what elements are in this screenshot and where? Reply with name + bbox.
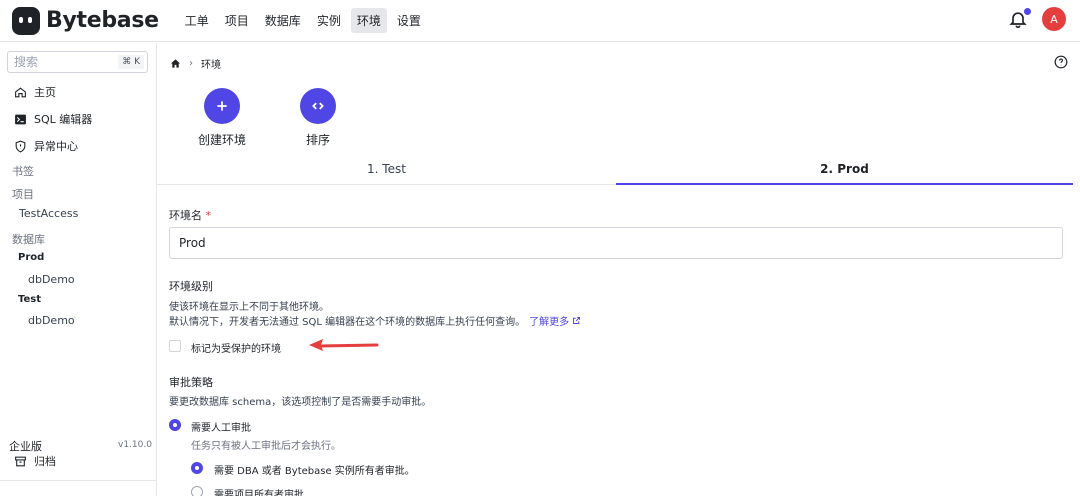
manual-approval-label: 需要人工审批 bbox=[191, 423, 251, 434]
nav-instances[interactable]: 实例 bbox=[311, 8, 347, 33]
red-arrow-annotation bbox=[309, 339, 379, 351]
terminal-icon bbox=[13, 112, 27, 126]
breadcrumb-current: 环境 bbox=[201, 60, 221, 71]
tier-description-2: 默认情况下，开发者无法通过 SQL 编辑器在这个环境的数据库上执行任何查询。 了解… bbox=[169, 313, 581, 328]
sidebar-item-sql-editor[interactable]: SQL 编辑器 bbox=[13, 111, 92, 127]
nav-issues[interactable]: 工单 bbox=[179, 8, 215, 33]
projects-heading: 项目 bbox=[12, 188, 34, 201]
sidebar-database-item[interactable]: dbDemo bbox=[28, 314, 75, 327]
sidebar: ⌘ K 主页 SQL 编辑器 异常中心 书签 项目 TestAccess 数据库… bbox=[0, 43, 157, 496]
home-icon[interactable] bbox=[170, 58, 181, 69]
sidebar-footer-divider bbox=[0, 480, 156, 496]
sidebar-item-home[interactable]: 主页 bbox=[13, 84, 56, 100]
approval-description: 要更改数据库 schema，该选项控制了是否需要手动审批。 bbox=[169, 397, 432, 408]
protected-environment-checkbox[interactable] bbox=[169, 340, 181, 352]
plus-icon bbox=[204, 88, 240, 124]
sidebar-env-group[interactable]: Prod bbox=[18, 252, 44, 263]
dba-approval-label: 需要 DBA 或者 Bytebase 实例所有者审批。 bbox=[214, 466, 415, 477]
sidebar-project-item[interactable]: TestAccess bbox=[19, 207, 78, 220]
bookmarks-heading: 书签 bbox=[12, 165, 34, 178]
reorder-button[interactable]: 排序 bbox=[278, 88, 358, 148]
tab-prod[interactable]: 2. Prod bbox=[616, 157, 1073, 185]
manual-approval-description: 任务只有被人工审批后才会执行。 bbox=[191, 441, 341, 452]
version-label: v1.10.0 bbox=[118, 440, 152, 450]
sidebar-item-label: 异常中心 bbox=[34, 140, 78, 153]
environment-tabs: 1. Test 2. Prod bbox=[157, 157, 1073, 185]
dba-approval-radio[interactable] bbox=[191, 462, 203, 474]
search-shortcut: ⌘ K bbox=[118, 55, 144, 69]
sidebar-item-anomaly-center[interactable]: 异常中心 bbox=[13, 138, 78, 154]
notification-dot bbox=[1024, 8, 1031, 15]
code-icon bbox=[300, 88, 336, 124]
environment-tier-label: 环境级别 bbox=[169, 280, 213, 293]
breadcrumb: › 环境 bbox=[170, 56, 221, 71]
user-avatar[interactable]: A bbox=[1042, 7, 1066, 31]
sidebar-item-label: 主页 bbox=[34, 86, 56, 99]
edition-label[interactable]: 企业版 bbox=[9, 438, 42, 454]
manual-approval-radio[interactable] bbox=[169, 419, 181, 431]
top-header: Bytebase 工单 项目 数据库 实例 环境 设置 A bbox=[0, 0, 1080, 42]
help-icon[interactable] bbox=[1054, 55, 1068, 69]
external-link-icon bbox=[573, 317, 581, 324]
bytebase-logo-icon bbox=[12, 6, 40, 35]
approval-policy-label: 审批策略 bbox=[169, 376, 213, 389]
databases-heading: 数据库 bbox=[12, 233, 45, 246]
nav-settings[interactable]: 设置 bbox=[391, 8, 427, 33]
project-owner-approval-radio[interactable] bbox=[191, 486, 203, 496]
shield-icon bbox=[13, 139, 27, 153]
archive-icon bbox=[13, 454, 27, 468]
reorder-label: 排序 bbox=[305, 133, 330, 147]
notification-bell-icon[interactable] bbox=[1008, 7, 1032, 31]
sidebar-item-label: 归档 bbox=[34, 455, 56, 468]
environment-name-label: 环境名 * bbox=[169, 209, 212, 222]
create-environment-label: 创建环境 bbox=[197, 133, 246, 147]
search-input[interactable] bbox=[14, 55, 114, 69]
sidebar-env-group[interactable]: Test bbox=[18, 294, 41, 305]
create-environment-button[interactable]: 创建环境 bbox=[182, 88, 262, 148]
bytebase-logo[interactable]: Bytebase bbox=[12, 6, 159, 35]
app-name: Bytebase bbox=[46, 8, 159, 33]
protected-environment-label: 标记为受保护的环境 bbox=[191, 344, 281, 355]
sidebar-search[interactable]: ⌘ K bbox=[7, 51, 148, 73]
sidebar-database-item[interactable]: dbDemo bbox=[28, 273, 75, 286]
project-owner-approval-label: 需要项目所有者审批 bbox=[214, 490, 304, 496]
learn-more-link[interactable]: 了解更多 bbox=[529, 317, 581, 328]
tier-description-1: 使该环境在显示上不同于其他环境。 bbox=[169, 302, 329, 313]
required-mark: * bbox=[205, 209, 212, 222]
chevron-right-icon: › bbox=[189, 58, 193, 69]
home-icon bbox=[13, 85, 27, 99]
nav-projects[interactable]: 项目 bbox=[219, 8, 255, 33]
environment-name-input[interactable] bbox=[169, 227, 1063, 259]
sidebar-item-label: SQL 编辑器 bbox=[34, 113, 93, 126]
main-content: › 环境 创建环境 排序 1. Test 2. Prod 环境名 * 环境级别 … bbox=[157, 43, 1080, 496]
top-nav: 工单 项目 数据库 实例 环境 设置 bbox=[179, 0, 431, 42]
tab-test[interactable]: 1. Test bbox=[157, 157, 616, 185]
nav-databases[interactable]: 数据库 bbox=[259, 8, 307, 33]
nav-environments[interactable]: 环境 bbox=[350, 8, 387, 33]
sidebar-item-archive[interactable]: 归档 bbox=[13, 453, 56, 469]
